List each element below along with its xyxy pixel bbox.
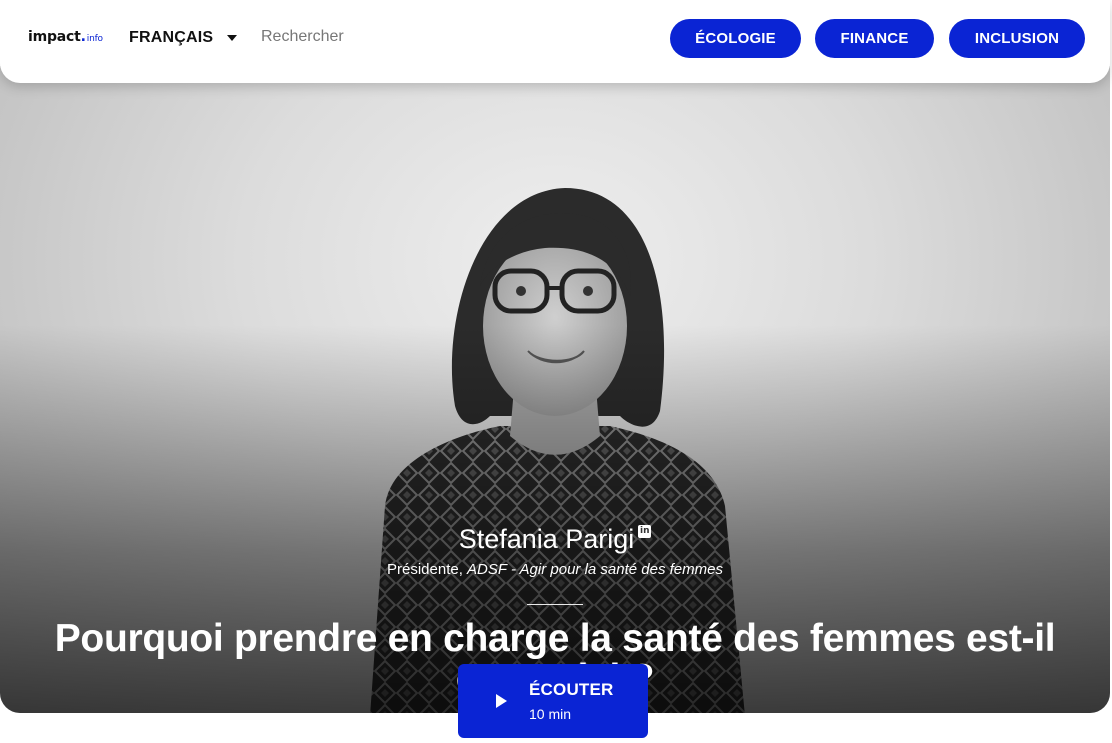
speaker-organization: ADSF - Agir pour la santé des femmes (467, 561, 723, 578)
search-input[interactable]: Rechercher (261, 28, 344, 46)
site-logo[interactable]: impact. info (28, 29, 103, 45)
play-icon (496, 694, 507, 708)
speaker-role-prefix: Présidente, (387, 561, 468, 578)
site-header: impact. info FRANÇAIS Rechercher ÉCOLOGIE… (0, 0, 1110, 83)
category-button-finance[interactable]: FINANCE (815, 19, 934, 58)
listen-button[interactable]: ÉCOUTER 10 min (458, 664, 648, 738)
logo-main: impact (28, 29, 81, 45)
listen-duration: 10 min (529, 706, 572, 722)
divider (527, 604, 583, 605)
category-button-ecologie[interactable]: ÉCOLOGIE (670, 19, 801, 58)
category-button-inclusion[interactable]: INCLUSION (949, 19, 1085, 58)
language-label: FRANÇAIS (129, 29, 214, 46)
speaker-row: Stefania Parigi in (0, 521, 1110, 557)
listen-text: ÉCOUTER 10 min (529, 680, 614, 722)
linkedin-icon[interactable]: in (638, 525, 652, 538)
logo-dot: . (80, 29, 86, 45)
chevron-down-icon (227, 35, 238, 41)
speaker-name: Stefania Parigi (458, 524, 635, 554)
speaker-role: Présidente, ADSF - Agir pour la santé de… (0, 561, 1110, 578)
language-selector[interactable]: FRANÇAIS (129, 29, 238, 47)
hero-banner: Stefania Parigi in Présidente, ADSF - Ag… (0, 66, 1110, 713)
logo-tld: info (86, 34, 103, 44)
listen-label: ÉCOUTER (529, 680, 614, 699)
